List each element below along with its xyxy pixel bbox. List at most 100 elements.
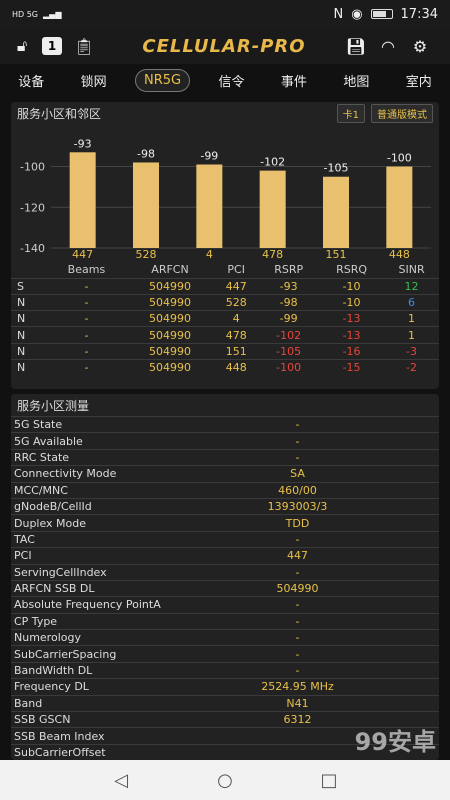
measurement-value: 1393003/3 xyxy=(267,500,328,514)
tab-events[interactable]: 事件 xyxy=(273,68,315,93)
recents-icon[interactable]: □ xyxy=(317,770,341,791)
lock-icon[interactable]: 🔓︎ xyxy=(10,34,34,58)
measurement-value: - xyxy=(295,450,300,464)
rsrp-bar xyxy=(386,166,413,248)
cell-arfcn: 504990 xyxy=(125,277,215,295)
neighbor-table-header: Beams ARFCN PCI RSRP RSRQ SINR xyxy=(11,262,439,278)
measurement-label: gNodeB/CellId xyxy=(14,500,92,514)
measurement-value: - xyxy=(295,664,300,678)
tab-signaling[interactable]: 信令 xyxy=(211,68,253,93)
cell-arfcn: 504990 xyxy=(125,293,215,311)
neighbor-panel-title: 服务小区和邻区 xyxy=(17,106,102,121)
bar-value-label: -93 xyxy=(74,137,92,150)
cell-beams: - xyxy=(47,293,126,311)
rsrp-bar xyxy=(69,152,96,248)
cell-rsrq: -10 xyxy=(319,293,385,311)
bar-value-label: -99 xyxy=(200,150,218,163)
mode-selector[interactable]: 普通版模式 xyxy=(371,103,433,123)
measurement-label: BandWidth DL xyxy=(14,664,93,678)
cell-pci: 448 xyxy=(214,358,259,376)
measurement-label: PCI xyxy=(14,549,32,563)
rsrp-bar xyxy=(323,176,349,248)
app-title: CELLULAR-PRO xyxy=(142,35,306,57)
cell-sinr: -2 xyxy=(384,358,439,376)
table-row: N -504990 478 -102 -13 1 xyxy=(11,326,439,344)
cell-rsrp: -93 xyxy=(258,277,320,295)
measurement-value: - xyxy=(295,647,300,661)
measurement-label: 5G State xyxy=(14,418,63,432)
cell-arfcn: 504990 xyxy=(125,342,215,360)
neighbor-cells-panel: 服务小区和邻区 卡1 普通版模式 -100 -120 -140 -93 447 -98 52… xyxy=(11,102,439,389)
cell-arfcn: 504990 xyxy=(125,358,215,376)
cell-type: S xyxy=(11,277,47,295)
gear-icon[interactable]: ⚙ xyxy=(408,34,432,58)
tab-map[interactable]: 地图 xyxy=(335,68,377,93)
measurement-value: - xyxy=(295,614,300,628)
table-row: N -504990 4 -99 -13 1 xyxy=(11,310,439,327)
measurement-label: SSB GSCN xyxy=(14,713,71,727)
measurement-row: gNodeB/CellId 1393003/3 xyxy=(11,497,439,514)
cell-beams: - xyxy=(47,277,126,295)
y-tick-label: -100 xyxy=(20,161,45,174)
cell-rsrq: -13 xyxy=(319,326,385,344)
y-tick-label: -120 xyxy=(20,201,45,214)
cell-beams: - xyxy=(47,310,126,327)
tab-indoor[interactable]: 室内 xyxy=(398,68,440,93)
cell-type: N xyxy=(11,358,47,376)
bar-value-label: -102 xyxy=(260,156,285,169)
measurement-label: MCC/MNC xyxy=(14,483,68,497)
x-tick-label: 528 xyxy=(136,248,157,258)
status-right: N ◉ 17:34 xyxy=(333,7,438,22)
cell-rsrp: -100 xyxy=(258,358,320,376)
measurement-label: Band xyxy=(14,696,43,710)
count-badge[interactable]: 1 xyxy=(42,37,62,55)
measurement-label: Frequency DL xyxy=(14,680,89,694)
table-row: N -504990 448 -100 -15 -2 xyxy=(11,358,439,376)
y-tick-label: -140 xyxy=(20,242,45,255)
battery-icon xyxy=(370,9,393,19)
measurement-value: - xyxy=(295,532,300,546)
cell-sinr: 12 xyxy=(384,277,439,295)
measurement-value: - xyxy=(295,418,300,432)
watermark-logo: 99安卓 xyxy=(354,728,436,756)
back-icon[interactable]: ◁ xyxy=(109,770,133,791)
column-header: PCI xyxy=(227,263,245,277)
column-header: ARFCN xyxy=(151,263,189,277)
measurement-row: CP Type - xyxy=(11,612,439,629)
measurement-row: TAC - xyxy=(11,530,439,547)
measurement-label: ServingCellIndex xyxy=(14,565,107,579)
tab-lock-network[interactable]: 锁网 xyxy=(73,68,115,93)
measurement-label: SSB Beam Index xyxy=(14,729,105,743)
clock: 17:34 xyxy=(400,6,438,22)
tab-device[interactable]: 设备 xyxy=(10,68,52,93)
rsrp-bar-chart: -100 -120 -140 -93 447 -98 528 -99 4 -102 478 -105 1… xyxy=(20,137,431,261)
cell-rsrq: -16 xyxy=(319,342,385,360)
bar-value-label: -98 xyxy=(137,147,155,160)
clipboard-icon[interactable]: 📋︎ xyxy=(72,34,96,58)
measurement-row: 5G State - xyxy=(11,416,439,432)
speedometer-icon[interactable]: ◠ xyxy=(376,34,400,58)
signal-indicators: HD 5G ▂▄▆ xyxy=(12,10,61,19)
measurement-row: PCI 447 xyxy=(11,547,439,563)
neighbor-panel-header: 服务小区和邻区 卡1 普通版模式 xyxy=(11,102,439,124)
rsrp-bar xyxy=(196,164,223,248)
measurement-row: Numerology - xyxy=(11,629,439,645)
cell-rsrq: -15 xyxy=(319,358,385,376)
signal-icon: ▂▄▆ xyxy=(43,9,62,19)
sim-card-selector[interactable]: 卡1 xyxy=(336,103,365,123)
serving-panel-title: 服务小区测量 xyxy=(17,398,90,413)
measurement-list[interactable]: 5G State -5G Available - RRC State - Connecti… xyxy=(11,416,439,760)
measurement-value: - xyxy=(295,434,300,448)
network-type-label: HD 5G xyxy=(12,9,39,19)
measurement-label: Duplex Mode xyxy=(14,516,87,530)
cell-beams: - xyxy=(47,342,126,360)
measurement-label: Numerology xyxy=(14,631,81,645)
cell-arfcn: 504990 xyxy=(125,326,215,344)
cell-type: N xyxy=(11,326,47,344)
measurement-row: Connectivity Mode SA xyxy=(11,465,439,481)
home-icon[interactable]: ○ xyxy=(213,770,237,791)
tab-nr5g[interactable]: NR5G xyxy=(135,68,191,92)
measurement-row: SubCarrierSpacing - xyxy=(11,645,439,661)
save-icon[interactable]: 💾︎ xyxy=(344,34,368,58)
measurement-row: RRC State - xyxy=(11,448,439,465)
